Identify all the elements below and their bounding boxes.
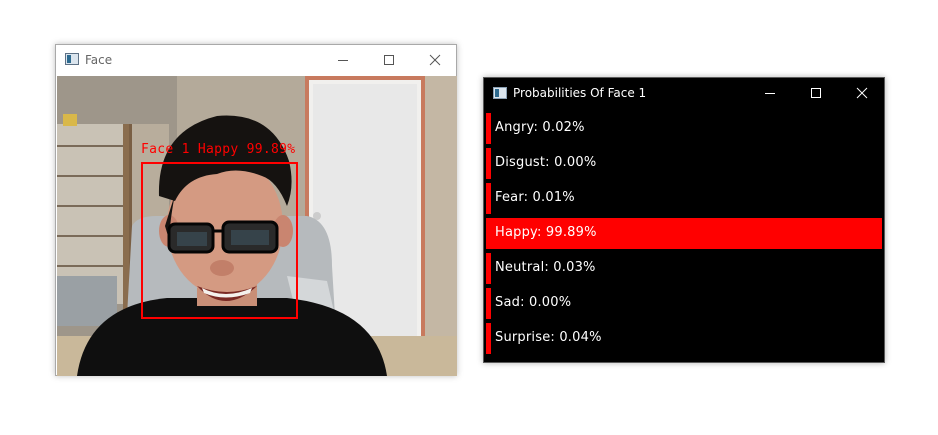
emotion-bar-fill — [486, 288, 491, 319]
app-icon — [493, 87, 507, 99]
face-window-titlebar[interactable]: Face — [56, 45, 456, 75]
face-detection-label: Face 1 Happy 99.89% — [141, 142, 296, 157]
emotion-label: Angry: 0.02% — [495, 120, 585, 135]
emotion-label: Neutral: 0.03% — [495, 260, 596, 275]
emotion-row-angry: Angry: 0.02% — [486, 113, 884, 144]
probabilities-window-titlebar[interactable]: Probabilities Of Face 1 — [484, 78, 884, 108]
probabilities-window-title: Probabilities Of Face 1 — [513, 86, 647, 100]
emotion-row-disgust: Disgust: 0.00% — [486, 148, 884, 179]
emotion-row-neutral: Neutral: 0.03% — [486, 253, 884, 284]
emotion-bar-fill — [486, 113, 491, 144]
emotion-bars: Angry: 0.02% Disgust: 0.00% Fear: 0.01% … — [484, 108, 884, 363]
emotion-row-happy: Happy: 99.89% — [486, 218, 884, 249]
webcam-frame: Face 1 Happy 99.89% — [57, 76, 457, 376]
maximize-icon — [811, 88, 821, 98]
face-bounding-box — [141, 162, 298, 319]
app-icon — [65, 53, 79, 65]
emotion-label: Sad: 0.00% — [495, 295, 572, 310]
face-window-title: Face — [85, 53, 113, 67]
minimize-icon — [765, 93, 775, 94]
minimize-icon — [338, 60, 348, 61]
emotion-label: Disgust: 0.00% — [495, 155, 597, 170]
emotion-label: Happy: 99.89% — [495, 225, 597, 240]
emotion-bar-fill — [486, 253, 491, 284]
emotion-row-sad: Sad: 0.00% — [486, 288, 884, 319]
close-button[interactable] — [412, 45, 458, 75]
minimize-button[interactable] — [320, 45, 366, 75]
emotion-row-fear: Fear: 0.01% — [486, 183, 884, 214]
emotion-bar-fill — [486, 323, 491, 354]
emotion-bar-fill — [486, 148, 491, 179]
emotion-label: Fear: 0.01% — [495, 190, 575, 205]
close-icon — [856, 87, 868, 99]
emotion-bar-fill — [486, 183, 491, 214]
emotion-label: Surprise: 0.04% — [495, 330, 602, 345]
close-button[interactable] — [839, 78, 885, 108]
desktop: Face Face 1 Happy 99.89% Probabilities O… — [0, 0, 938, 435]
probabilities-window: Probabilities Of Face 1 Angry: 0.02% Dis… — [483, 77, 885, 363]
maximize-icon — [384, 55, 394, 65]
emotion-row-surprise: Surprise: 0.04% — [486, 323, 884, 354]
close-icon — [429, 54, 441, 66]
face-window: Face Face 1 Happy 99.89% — [55, 44, 457, 376]
maximize-button[interactable] — [366, 45, 412, 75]
maximize-button[interactable] — [793, 78, 839, 108]
minimize-button[interactable] — [747, 78, 793, 108]
